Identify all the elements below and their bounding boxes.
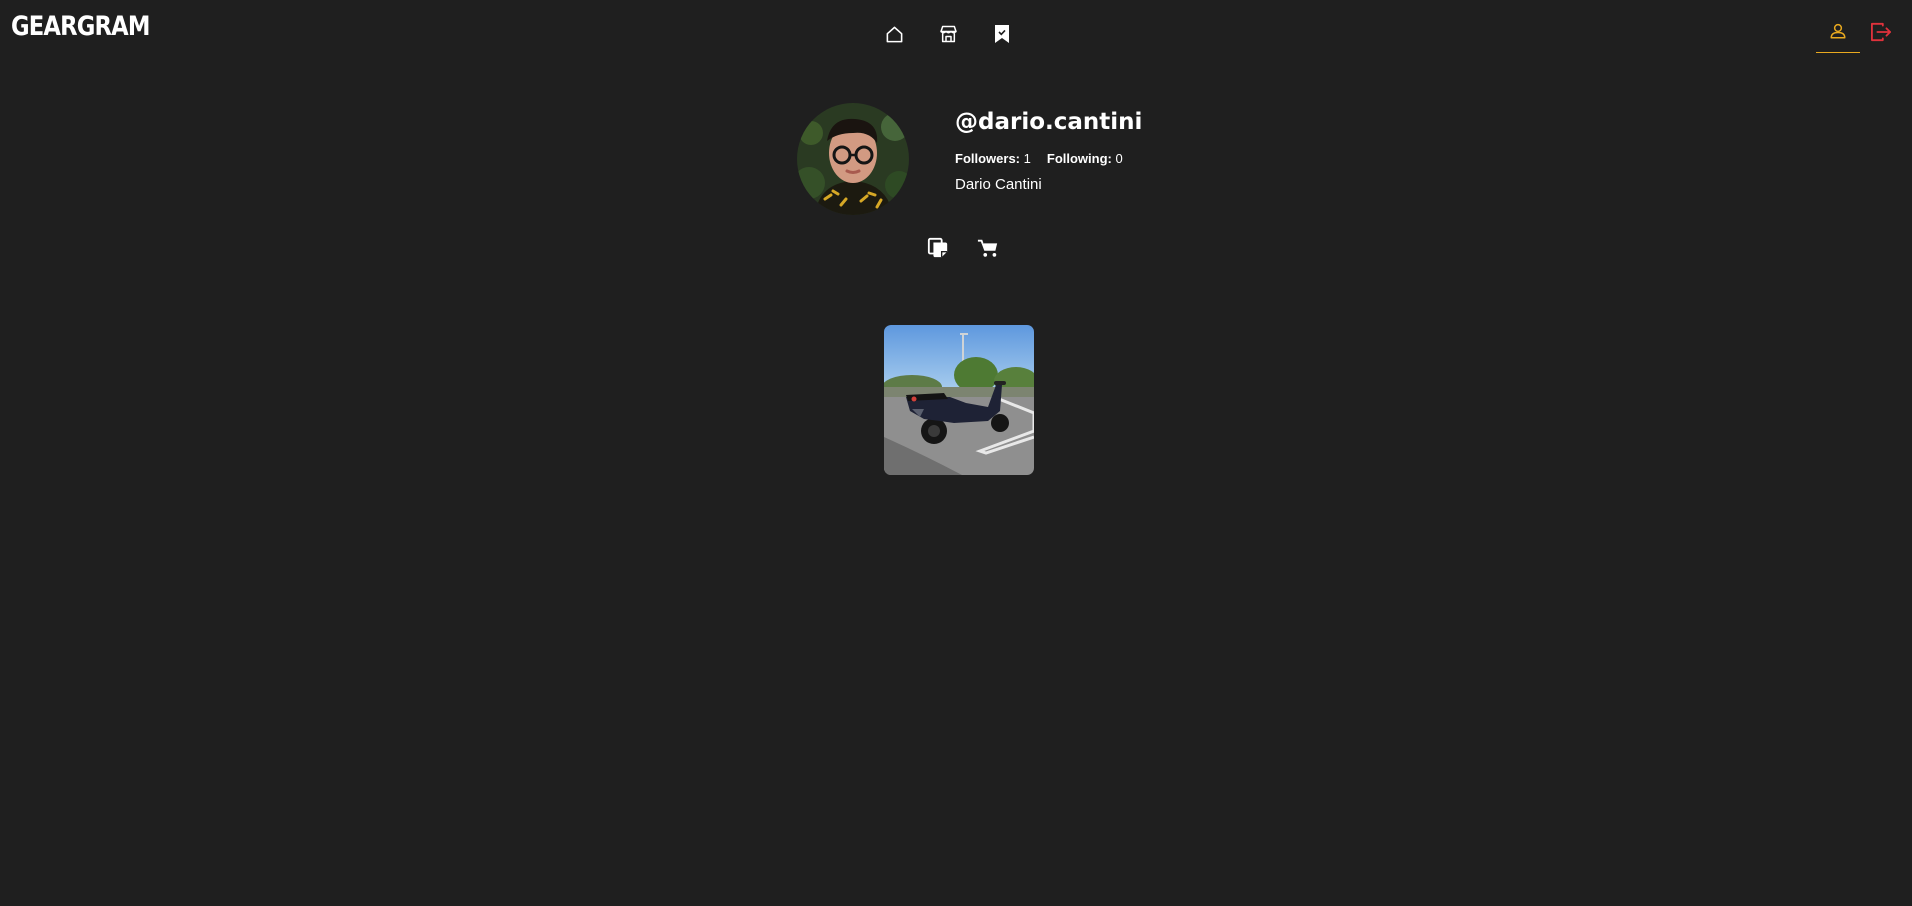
post-thumbnail[interactable] <box>884 325 1034 475</box>
profile-button[interactable] <box>1816 18 1860 53</box>
following-count[interactable]: Following: 0 <box>1047 151 1123 166</box>
post-image <box>884 325 1034 475</box>
posts-icon <box>927 237 948 258</box>
logout-button[interactable] <box>1870 18 1900 47</box>
main-nav <box>880 20 1016 48</box>
tab-cart[interactable] <box>976 236 1000 260</box>
account-nav <box>1816 18 1912 53</box>
profile-username: @dario.cantini <box>955 109 1143 135</box>
tab-posts[interactable] <box>926 236 950 260</box>
nav-saved-button[interactable] <box>988 20 1016 48</box>
profile-full-name: Dario Cantini <box>955 176 1042 193</box>
profile-tabs <box>926 236 1000 260</box>
following-value: 0 <box>1115 151 1123 166</box>
user-icon <box>1830 23 1846 39</box>
saved-bookmark-icon <box>995 25 1009 43</box>
store-icon <box>939 25 957 43</box>
logout-icon <box>1870 22 1891 42</box>
avatar-image <box>797 103 909 215</box>
avatar <box>797 103 909 215</box>
home-icon <box>886 26 902 42</box>
cart-icon <box>977 239 998 257</box>
nav-home-button[interactable] <box>880 20 908 48</box>
followers-value: 1 <box>1023 151 1031 166</box>
followers-label: Followers: <box>955 151 1021 166</box>
following-label: Following: <box>1046 151 1112 166</box>
app-logo[interactable]: GEARGRAM <box>11 11 150 42</box>
nav-store-button[interactable] <box>934 20 962 48</box>
profile-counts: Followers: 1 Following: 0 <box>955 151 1142 166</box>
followers-count[interactable]: Followers: 1 <box>955 151 1031 166</box>
profile-info: @dario.cantini Followers: 1 Following: 0… <box>955 106 1142 193</box>
